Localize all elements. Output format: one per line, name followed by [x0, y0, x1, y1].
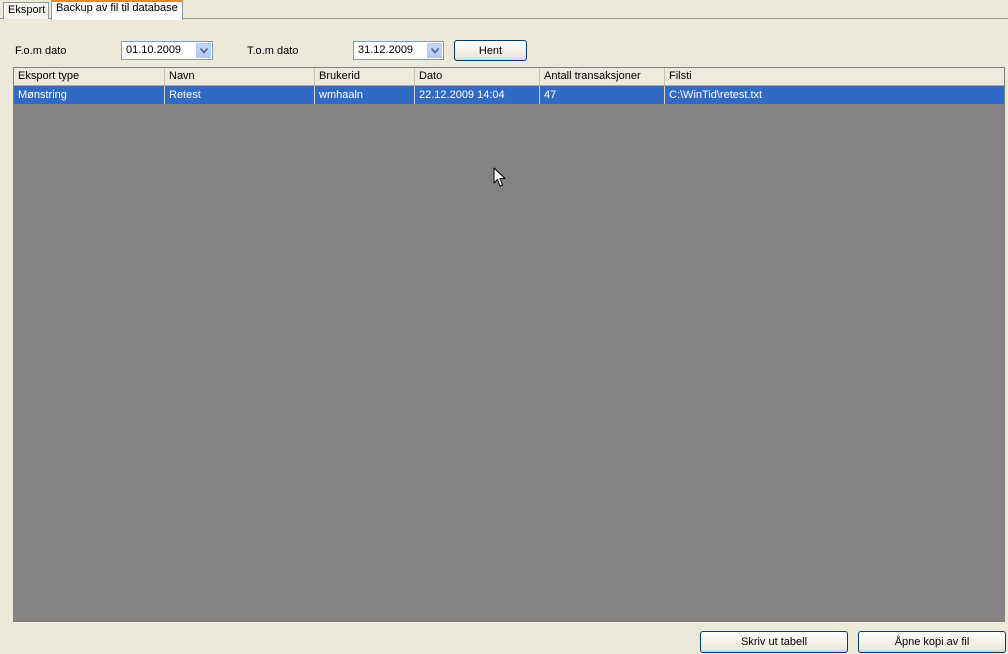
- to-date-value: 31.12.2009: [358, 44, 414, 56]
- from-date-label: F.o.m dato: [15, 45, 67, 57]
- table-header: Eksport type Navn Brukerid Dato Antall t…: [14, 68, 1004, 86]
- backup-table[interactable]: Eksport type Navn Brukerid Dato Antall t…: [13, 67, 1005, 622]
- column-header-navn[interactable]: Navn: [165, 68, 315, 85]
- skriv-ut-tabell-button[interactable]: Skriv ut tabell: [700, 631, 848, 653]
- column-header-dato[interactable]: Dato: [415, 68, 540, 85]
- mouse-cursor-icon: [493, 167, 506, 191]
- cell-antall-transaksjoner: 47: [540, 86, 665, 104]
- column-header-filsti[interactable]: Filsti: [665, 68, 1004, 85]
- from-date-value: 01.10.2009: [126, 44, 182, 56]
- tab-backup-av-fil-til-database[interactable]: Backup av fil til database: [51, 0, 183, 20]
- cell-dato: 22.12.2009 14:04: [415, 86, 540, 104]
- column-header-eksport-type[interactable]: Eksport type: [14, 68, 165, 85]
- tab-eksport[interactable]: Eksport: [3, 2, 49, 19]
- tab-panel: F.o.m dato 01.10.2009 T.o.m dato 31.12.2…: [0, 19, 1008, 654]
- cell-brukerid: wmhaaln: [315, 86, 415, 104]
- cell-filsti: C:\WinTid\retest.txt: [669, 89, 763, 101]
- column-header-antall-transaksjoner[interactable]: Antall transaksjoner: [540, 68, 665, 85]
- apne-kopi-av-fil-button[interactable]: Åpne kopi av fil: [858, 631, 1006, 653]
- to-date-picker[interactable]: 31.12.2009: [353, 41, 444, 60]
- dropdown-arrow-icon[interactable]: [427, 43, 442, 58]
- hent-button[interactable]: Hent: [454, 40, 527, 61]
- cell-eksport-type: Mønstring: [14, 86, 165, 104]
- to-date-label: T.o.m dato: [247, 45, 299, 57]
- table-row[interactable]: Mønstring Retest wmhaaln 22.12.2009 14:0…: [14, 86, 1004, 104]
- from-date-picker[interactable]: 01.10.2009: [121, 41, 213, 60]
- cell-navn: Retest: [165, 86, 315, 104]
- column-header-brukerid[interactable]: Brukerid: [315, 68, 415, 85]
- dropdown-arrow-icon[interactable]: [196, 43, 211, 58]
- tab-strip: Eksport Backup av fil til database: [0, 0, 1008, 20]
